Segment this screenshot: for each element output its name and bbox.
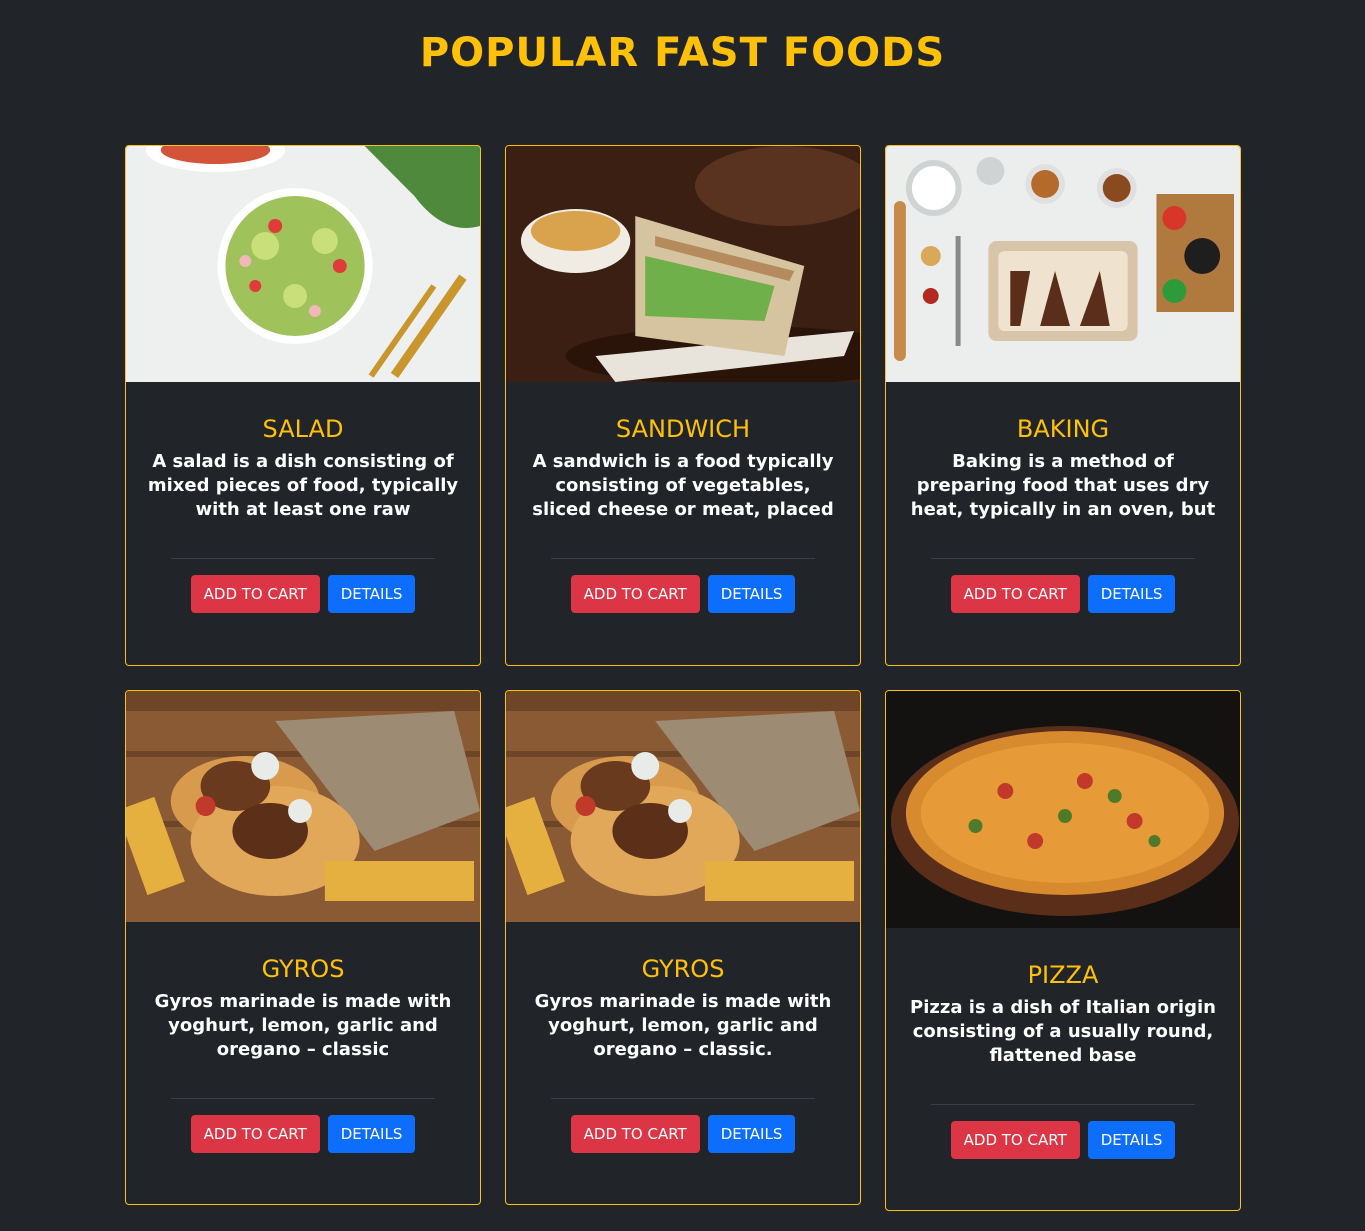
add-to-cart-button[interactable]: ADD TO CART xyxy=(190,1115,320,1153)
details-button[interactable]: DETAILS xyxy=(327,1115,416,1153)
card-description: Pizza is a dish of Italian origin consis… xyxy=(910,997,1216,1066)
food-card-salad: SALAD A salad is a dish consisting of mi… xyxy=(125,145,481,666)
card-actions: ADD TO CART DETAILS xyxy=(126,1115,480,1153)
card-description: Gyros marinade is made with yoghurt, lem… xyxy=(534,991,832,1060)
page-title: POPULAR FAST FOODS xyxy=(419,30,946,76)
food-card-sandwich: SANDWICH A sandwich is a food typically … xyxy=(505,145,861,666)
add-to-cart-button[interactable]: ADD TO CART xyxy=(950,575,1080,613)
food-card-baking: BAKING Baking is a method of preparing f… xyxy=(885,145,1241,666)
add-to-cart-button[interactable]: ADD TO CART xyxy=(570,575,700,613)
card-actions: ADD TO CART DETAILS xyxy=(886,1121,1240,1159)
add-to-cart-button[interactable]: ADD TO CART xyxy=(950,1121,1080,1159)
salad-image xyxy=(126,146,480,382)
card-description: Baking is a method of preparing food tha… xyxy=(910,451,1216,520)
details-button[interactable]: DETAILS xyxy=(707,1115,796,1153)
card-title: GYROS xyxy=(641,955,725,983)
details-button[interactable]: DETAILS xyxy=(327,575,416,613)
card-description: Gyros marinade is made with yoghurt, lem… xyxy=(154,991,452,1060)
food-card-pizza: PIZZA Pizza is a dish of Italian origin … xyxy=(885,690,1241,1211)
details-button[interactable]: DETAILS xyxy=(707,575,796,613)
card-title: PIZZA xyxy=(1027,961,1099,989)
card-title: SANDWICH xyxy=(615,415,751,443)
gyros-image xyxy=(506,691,860,922)
food-card-gyros: GYROS Gyros marinade is made with yoghur… xyxy=(505,690,861,1205)
details-button[interactable]: DETAILS xyxy=(1087,575,1176,613)
details-button[interactable]: DETAILS xyxy=(1087,1121,1176,1159)
card-actions: ADD TO CART DETAILS xyxy=(126,575,480,613)
card-title: SALAD xyxy=(262,415,344,443)
card-title: BAKING xyxy=(1016,415,1110,443)
gyros-image xyxy=(126,691,480,922)
add-to-cart-button[interactable]: ADD TO CART xyxy=(570,1115,700,1153)
card-actions: ADD TO CART DETAILS xyxy=(506,1115,860,1153)
card-title: GYROS xyxy=(261,955,345,983)
card-description: A salad is a dish consisting of mixed pi… xyxy=(147,451,459,520)
card-divider xyxy=(551,1098,815,1099)
card-divider xyxy=(171,558,435,559)
card-divider xyxy=(931,1104,1195,1105)
card-description: A sandwich is a food typically consistin… xyxy=(532,451,834,520)
card-actions: ADD TO CART DETAILS xyxy=(506,575,860,613)
food-card-gyros: GYROS Gyros marinade is made with yoghur… xyxy=(125,690,481,1205)
card-actions: ADD TO CART DETAILS xyxy=(886,575,1240,613)
card-divider xyxy=(931,558,1195,559)
add-to-cart-button[interactable]: ADD TO CART xyxy=(190,575,320,613)
pizza-image xyxy=(886,691,1240,928)
baking-image xyxy=(886,146,1240,382)
card-divider xyxy=(551,558,815,559)
sandwich-image xyxy=(506,146,860,382)
card-divider xyxy=(171,1098,435,1099)
